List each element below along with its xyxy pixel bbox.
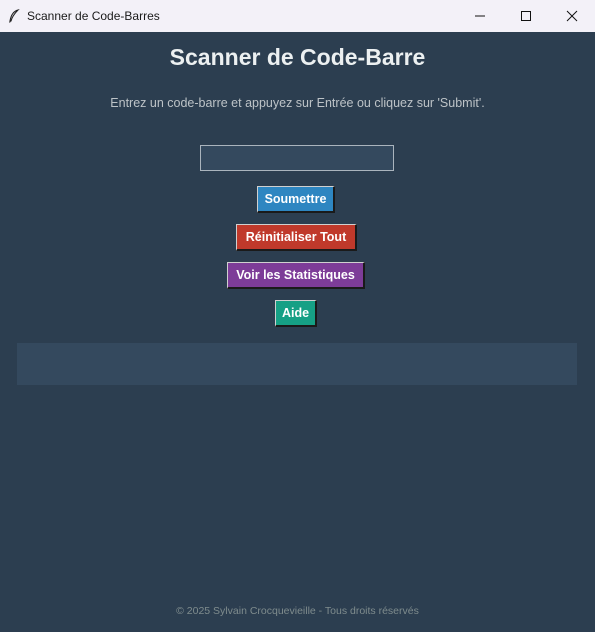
barcode-input[interactable]: [200, 145, 394, 171]
close-button[interactable]: [549, 0, 595, 32]
feather-icon: [2, 0, 26, 32]
app-window: Scanner de Code-Barres Scanner de Code-B…: [0, 0, 595, 632]
close-icon: [566, 10, 578, 22]
result-panel: [17, 343, 577, 385]
minimize-icon: [475, 15, 485, 17]
maximize-button[interactable]: [503, 0, 549, 32]
page-title: Scanner de Code-Barre: [169, 44, 426, 70]
help-button[interactable]: Aide: [275, 300, 317, 327]
title-bar[interactable]: Scanner de Code-Barres: [0, 0, 595, 32]
reset-all-button[interactable]: Réinitialiser Tout: [236, 224, 357, 251]
footer-copyright: © 2025 Sylvain Crocquevieille - Tous dro…: [176, 605, 419, 617]
window-controls: [457, 0, 595, 32]
instructions-text: Entrez un code-barre et appuyez sur Entr…: [110, 96, 485, 110]
maximize-icon: [521, 11, 531, 21]
window-title: Scanner de Code-Barres: [27, 9, 160, 23]
minimize-button[interactable]: [457, 0, 503, 32]
submit-button[interactable]: Soumettre: [257, 186, 335, 213]
view-statistics-button[interactable]: Voir les Statistiques: [227, 262, 365, 289]
